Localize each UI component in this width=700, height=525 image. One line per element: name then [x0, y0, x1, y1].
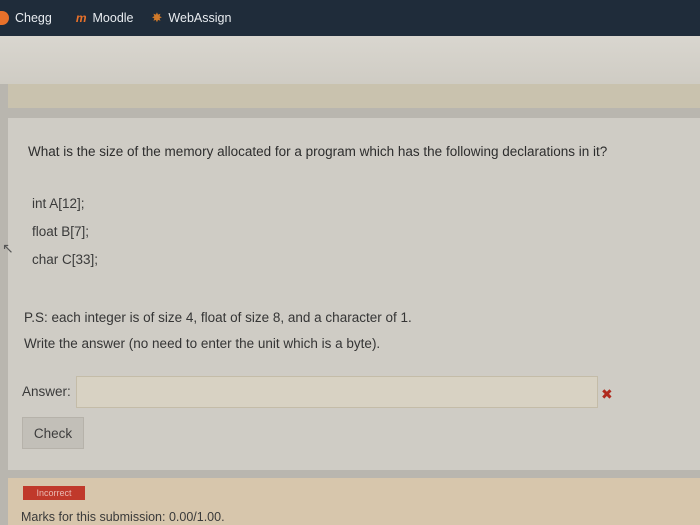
marks-text: Marks for this submission: 0.00/1.00.: [21, 510, 225, 524]
answer-label: Answer:: [22, 384, 71, 399]
declaration-line: float B[7];: [32, 224, 90, 239]
check-button[interactable]: Check: [22, 417, 84, 449]
page-top-band: [0, 36, 700, 84]
instruction-text: Write the answer (no need to enter the u…: [24, 336, 381, 351]
question-header-strip: [8, 84, 700, 108]
declaration-line: char C[33];: [32, 252, 99, 267]
chegg-icon: [0, 11, 9, 25]
webassign-icon: ✸: [151, 10, 163, 25]
moodle-icon: m: [75, 11, 87, 25]
cross-icon: ✖: [601, 386, 613, 402]
bookmark-chegg[interactable]: Chegg: [0, 11, 52, 25]
question-text: What is the size of the memory allocated…: [28, 144, 608, 159]
answer-input[interactable]: [76, 376, 598, 408]
question-card: What is the size of the memory allocated…: [8, 118, 700, 470]
cursor-icon: ↖: [2, 240, 14, 256]
bookmark-webassign[interactable]: ✸ WebAssign: [152, 10, 232, 26]
bookmark-moodle[interactable]: m Moodle: [76, 11, 134, 25]
declaration-line: int A[12];: [32, 196, 85, 211]
feedback-panel: Incorrect Marks for this submission: 0.0…: [8, 478, 700, 525]
bookmark-label: Moodle: [92, 11, 134, 25]
incorrect-badge: Incorrect: [23, 486, 85, 500]
bookmark-label: WebAssign: [168, 11, 232, 25]
bookmark-label: Chegg: [15, 11, 52, 25]
bookmarks-bar: Chegg m Moodle ✸ WebAssign: [0, 0, 700, 36]
note-text: P.S: each integer is of size 4, float of…: [24, 310, 412, 325]
